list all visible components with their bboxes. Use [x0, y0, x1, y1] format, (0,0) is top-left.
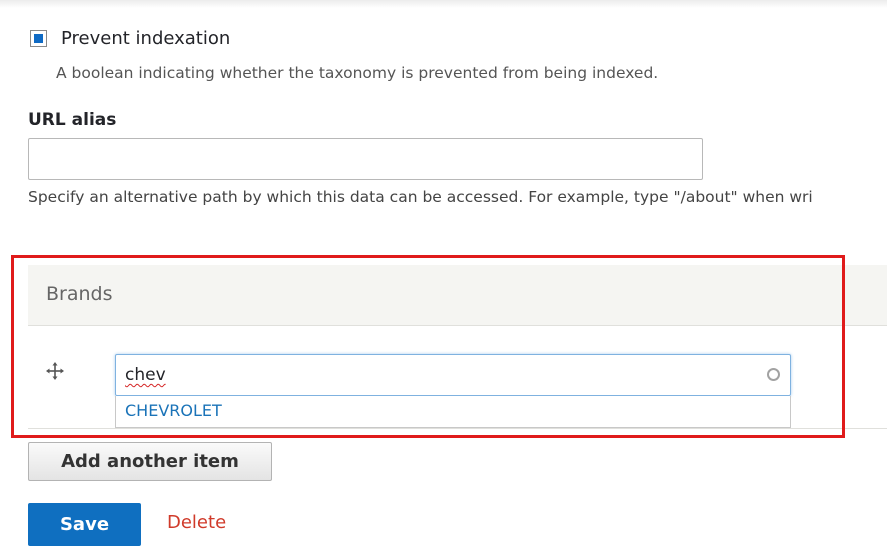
brands-title: Brands: [46, 283, 113, 305]
autocomplete-suggestions: CHEVROLET: [115, 396, 791, 428]
brand-input-value: chev: [125, 365, 166, 385]
url-alias-input[interactable]: [28, 138, 703, 180]
delete-link[interactable]: Delete: [167, 512, 226, 533]
prevent-indexation-checkbox[interactable]: [30, 30, 47, 47]
prevent-indexation-row: Prevent indexation: [30, 28, 230, 49]
brands-fieldset-header: Brands: [28, 265, 887, 326]
checkbox-checked-mark: [34, 34, 43, 43]
add-another-item-button[interactable]: Add another item: [28, 442, 272, 481]
brand-autocomplete-input[interactable]: chev: [115, 354, 791, 396]
autocomplete-throbber-icon: [767, 368, 780, 381]
save-button[interactable]: Save: [28, 503, 141, 546]
prevent-indexation-label[interactable]: Prevent indexation: [61, 28, 230, 49]
url-alias-label: URL alias: [28, 110, 117, 130]
drag-handle-icon[interactable]: [46, 362, 64, 380]
top-edge-shadow: [0, 0, 887, 8]
autocomplete-option-chevrolet[interactable]: CHEVROLET: [125, 401, 222, 420]
url-alias-description: Specify an alternative path by which thi…: [28, 188, 813, 206]
prevent-indexation-description: A boolean indicating whether the taxonom…: [56, 64, 659, 82]
brands-fieldset-body: chev CHEVROLET: [28, 326, 887, 429]
